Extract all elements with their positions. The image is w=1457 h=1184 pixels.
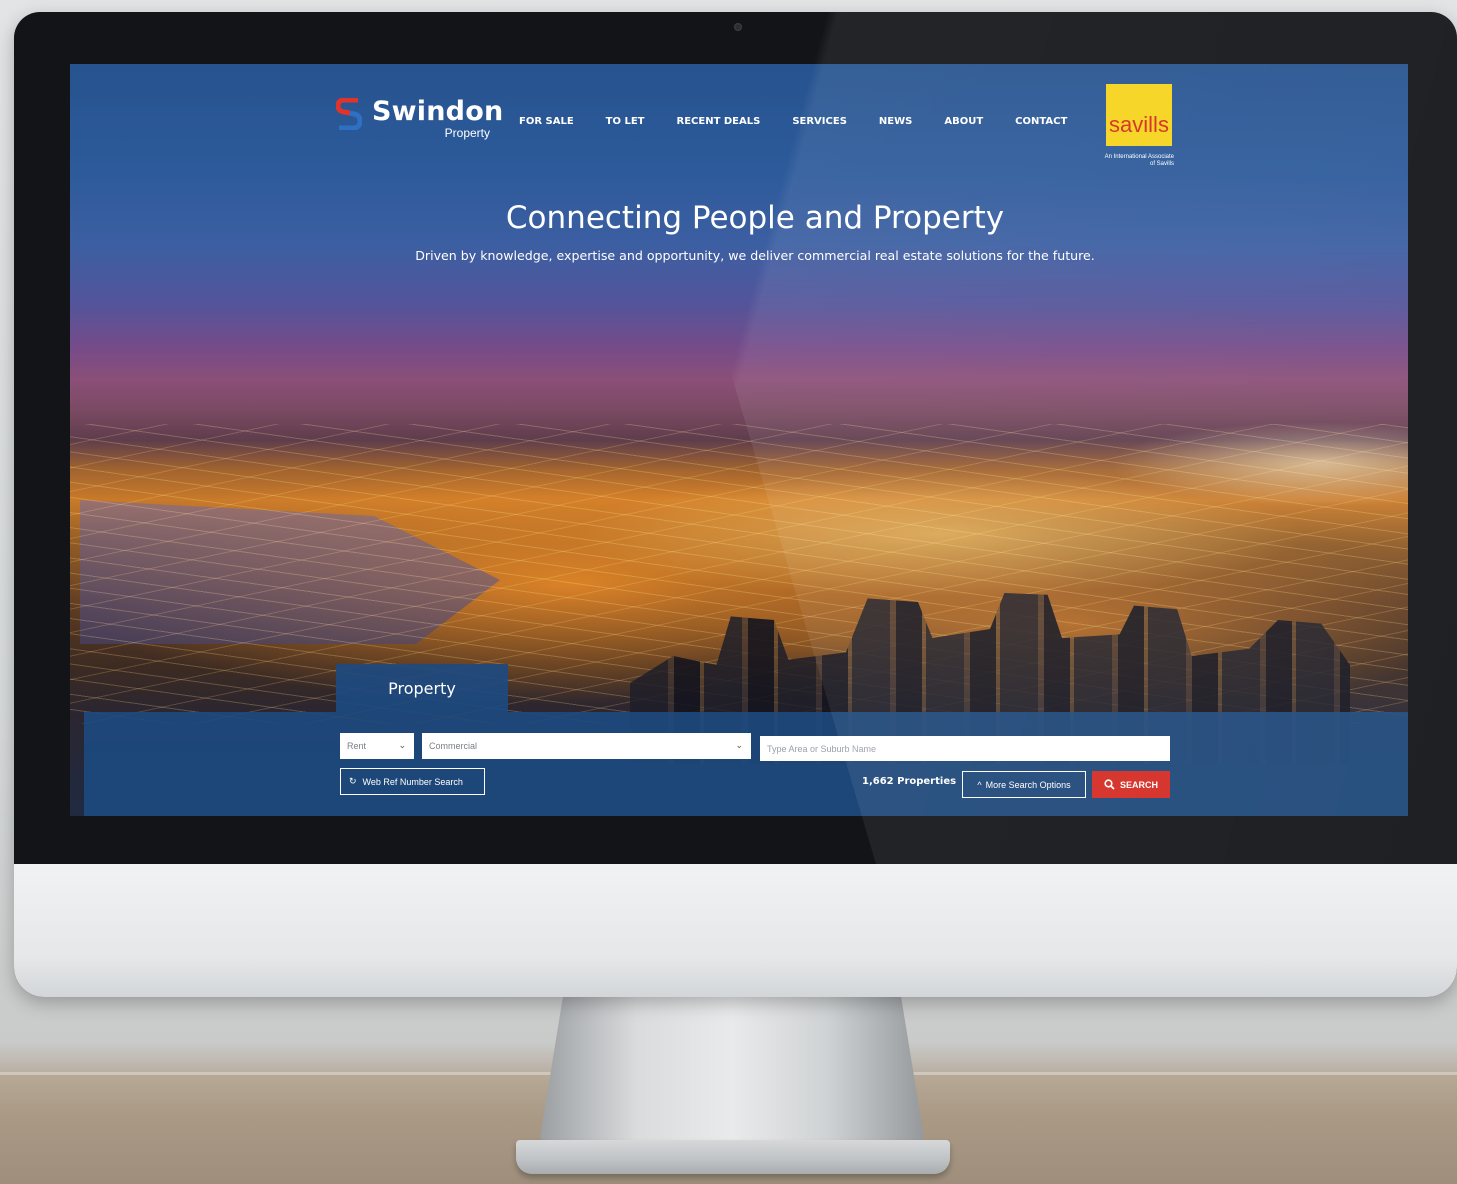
website-screen: Swindon Property FOR SALE TO LET RECENT … [70, 64, 1408, 816]
nav-services[interactable]: SERVICES [792, 116, 847, 130]
savills-tagline: An International Associate of Savills [1104, 154, 1174, 167]
search-button[interactable]: SEARCH [1092, 771, 1170, 798]
web-ref-search-button[interactable]: ↻ Web Ref Number Search [340, 768, 485, 795]
monitor-stand [540, 996, 924, 1150]
monitor-stand-base [516, 1140, 950, 1174]
nav-for-sale[interactable]: FOR SALE [519, 116, 574, 130]
brand-name: Swindon [372, 96, 504, 127]
property-type-value: Commercial [429, 741, 478, 751]
search-icon [1104, 779, 1115, 790]
swindon-property-logo[interactable]: Swindon Property [336, 96, 503, 144]
brand-sub: Property [444, 126, 490, 140]
property-type-select[interactable]: Commercial ⌄ [422, 733, 751, 759]
savills-logo-text: savills [1109, 112, 1169, 137]
result-count: 1,662 Properties [862, 776, 957, 787]
hero-subtitle: Driven by knowledge, expertise and oppor… [415, 248, 1095, 263]
refresh-icon: ↻ [349, 776, 357, 786]
nav-recent-deals[interactable]: RECENT DEALS [677, 116, 761, 130]
nav-to-let[interactable]: TO LET [606, 116, 645, 130]
main-nav: FOR SALE TO LET RECENT DEALS SERVICES NE… [519, 116, 1067, 130]
savills-logo[interactable]: savills [1106, 84, 1172, 146]
search-label: SEARCH [1119, 779, 1158, 790]
listing-type-value: Rent [347, 741, 367, 751]
swindon-logo-icon [336, 98, 362, 130]
nav-news[interactable]: NEWS [879, 116, 912, 130]
nav-contact[interactable]: CONTACT [1015, 116, 1067, 130]
area-search-input[interactable]: Type Area or Suburb Name [760, 736, 1170, 761]
chevron-down-icon: ⌄ [735, 740, 743, 750]
chevron-down-icon: ⌄ [398, 740, 406, 750]
listing-type-select[interactable]: Rent ⌄ [340, 733, 414, 759]
area-search-placeholder: Type Area or Suburb Name [767, 743, 877, 754]
hero-title: Connecting People and Property [505, 200, 1005, 236]
chevron-up-icon: ^ [977, 779, 982, 790]
camera-icon [734, 23, 742, 31]
monitor-chin [14, 864, 1457, 997]
web-ref-label: Web Ref Number Search [362, 776, 463, 787]
more-search-options-button[interactable]: ^ More Search Options [962, 771, 1086, 798]
monitor: Swindon Property FOR SALE TO LET RECENT … [14, 12, 1457, 997]
search-panel [84, 712, 1408, 816]
nav-about[interactable]: ABOUT [944, 116, 983, 130]
more-options-label: More Search Options [985, 779, 1071, 790]
tab-property[interactable]: Property [336, 664, 508, 712]
